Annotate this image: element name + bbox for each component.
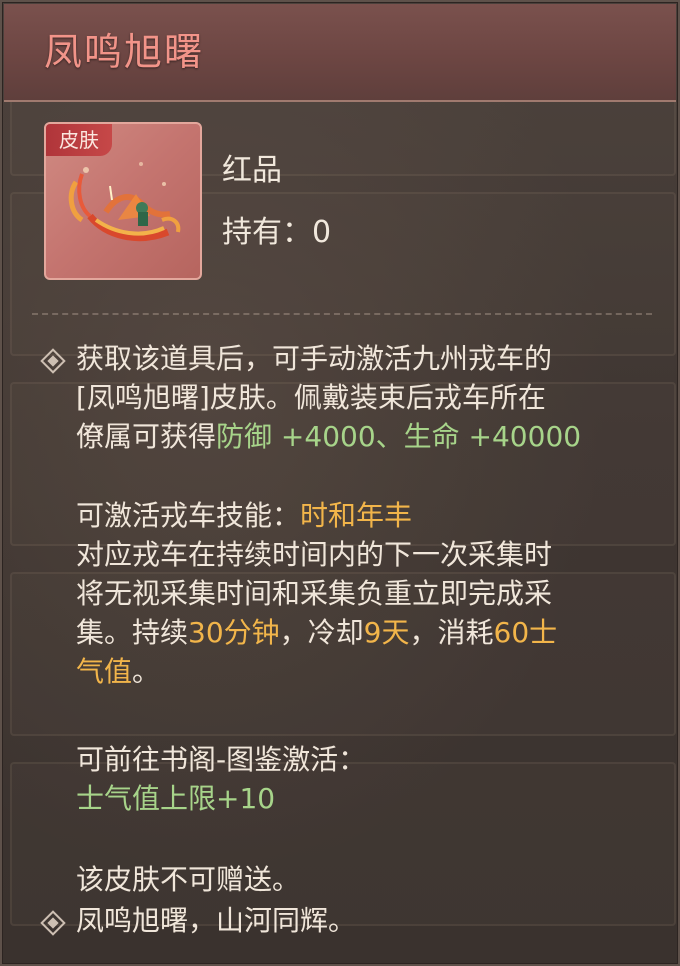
skill-line: 对应戎车在持续时间内的下一次采集时 — [76, 538, 553, 571]
flavor-text: 凤鸣旭曙，山河同辉。 — [76, 904, 357, 937]
description-line: [凤鸣旭曙]皮肤。佩戴装束后戎车所在 — [76, 381, 546, 414]
skill-description: 可激活戎车技能：时和年丰 对应戎车在持续时间内的下一次采集时 将无视采集时间和采… — [76, 496, 656, 691]
owned-value: 0 — [312, 215, 332, 250]
skin-tag-badge: 皮肤 — [46, 124, 112, 156]
description-line: 获取该道具后，可手动激活九州戎车的 — [76, 342, 553, 375]
item-description: 获取该道具后，可手动激活九州戎车的 [凤鸣旭曙]皮肤。佩戴装束后戎车所在 僚属可… — [76, 339, 656, 456]
tooltip-header: 凤鸣旭曙 — [4, 4, 676, 102]
no-gift-text: 该皮肤不可赠送。 — [76, 863, 301, 896]
skill-line: 集。持续30分钟，冷却9天，消耗60士 — [76, 616, 558, 649]
codex-info: 可前往书阁-图鉴激活： 士气值上限+10 — [76, 740, 656, 818]
skill-line: 气值。 — [76, 655, 161, 688]
flavor-text-block: 凤鸣旭曙，山河同辉。 — [76, 901, 656, 940]
section-divider — [32, 313, 652, 315]
skill-duration: 30分钟 — [188, 616, 280, 649]
skill-line: 将无视采集时间和采集负重立即完成采 — [76, 577, 553, 610]
gift-restriction: 该皮肤不可赠送。 — [76, 860, 656, 899]
item-title: 凤鸣旭曙 — [44, 30, 205, 74]
codex-label: 可前往书阁-图鉴激活： — [76, 743, 367, 776]
codex-bonus: 士气值上限+10 — [76, 782, 276, 815]
skill-cooldown: 9天 — [363, 616, 410, 649]
skill-title-line: 可激活戎车技能：时和年丰 — [76, 499, 413, 532]
skill-name: 时和年丰 — [300, 499, 413, 532]
owned-label: 持有： — [222, 215, 312, 250]
item-quality: 红品 — [222, 153, 282, 188]
owned-count: 持有：0 — [222, 214, 331, 252]
item-thumbnail: 皮肤 — [44, 122, 202, 280]
stat-bonus: 防御 +4000、生命 +40000 — [216, 420, 582, 453]
skill-cost: 60士 — [493, 616, 558, 649]
item-tooltip-panel: 凤鸣旭曙 皮肤 红品 持有：0 获取该道具后，可手动激活九州戎车的 [凤鸣旭曙]… — [0, 0, 680, 966]
description-stat-line: 僚属可获得防御 +4000、生命 +40000 — [76, 420, 582, 453]
skill-cost-continued: 气值 — [76, 655, 133, 688]
